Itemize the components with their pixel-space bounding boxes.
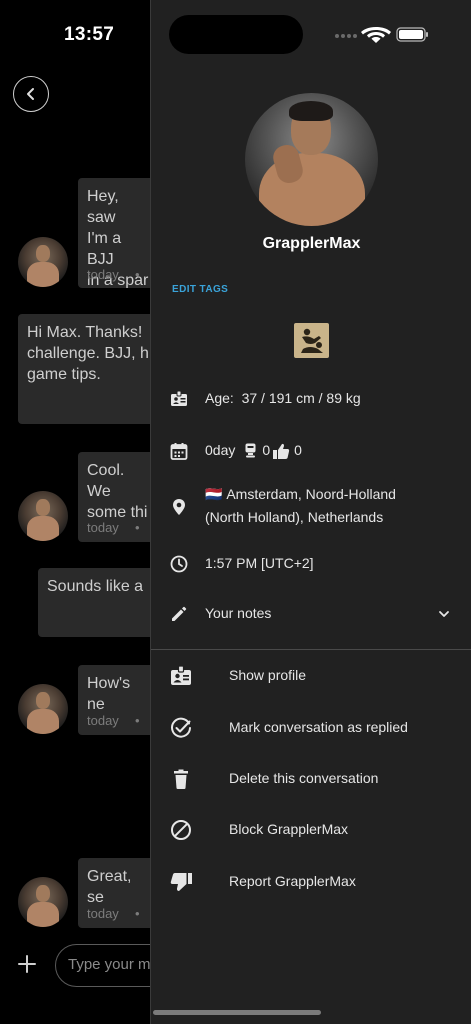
count-a: 0 bbox=[262, 442, 271, 458]
wifi-icon bbox=[361, 27, 391, 43]
pencil-icon bbox=[172, 606, 187, 621]
location-text: 🇳🇱 Amsterdam, Noord-Holland (North Holla… bbox=[205, 483, 396, 529]
message-line: Hey, saw bbox=[87, 188, 119, 226]
delete-conversation-button[interactable]: Delete this conversation bbox=[151, 756, 471, 800]
days-value: 0day bbox=[205, 442, 236, 458]
show-profile-button[interactable]: Show profile bbox=[151, 653, 471, 697]
status-time: 13:57 bbox=[64, 24, 115, 45]
separator-dot: • bbox=[135, 267, 140, 282]
action-label: Delete this conversation bbox=[229, 770, 379, 786]
location-pin-icon bbox=[173, 499, 185, 515]
thumbs-up-icon bbox=[273, 443, 290, 459]
home-indicator bbox=[153, 1010, 321, 1015]
trash-icon bbox=[174, 769, 188, 789]
notes-label: Your notes bbox=[205, 605, 272, 621]
count-b: 0 bbox=[294, 442, 302, 458]
edit-tags-link[interactable]: EDIT TAGS bbox=[172, 284, 228, 295]
chat-bubble-sent: Hi Max. Thanks! challenge. BJJ, h game t… bbox=[18, 314, 158, 424]
chat-bubble-received: Cool. We some thi today • bbox=[78, 452, 158, 542]
message-time: today bbox=[87, 520, 119, 535]
avatar[interactable] bbox=[18, 237, 68, 287]
mark-replied-button[interactable]: Mark conversation as replied bbox=[151, 705, 471, 749]
age-text: Age: 37 / 191 cm / 89 kg bbox=[205, 387, 361, 410]
back-button[interactable] bbox=[13, 76, 49, 112]
message-line: challenge. BJJ, h bbox=[27, 345, 149, 362]
add-attachment-icon[interactable] bbox=[16, 953, 38, 975]
message-line: Great, se bbox=[87, 868, 132, 906]
check-circle-icon bbox=[171, 717, 191, 738]
local-time-row: 1:57 PM [UTC+2] bbox=[151, 552, 471, 575]
notes-row[interactable]: Your notes bbox=[151, 602, 471, 625]
message-line: game tips. bbox=[27, 366, 101, 383]
message-line: Sounds like a bbox=[47, 578, 144, 595]
action-label: Show profile bbox=[229, 667, 307, 683]
chat-bubble-received: How's ne today • bbox=[78, 665, 158, 735]
divider bbox=[151, 649, 471, 650]
calendar-icon bbox=[170, 443, 188, 460]
activity-text: 0day 0 0 bbox=[205, 439, 302, 462]
location-line1: Amsterdam, Noord-Holland bbox=[226, 486, 396, 502]
message-time: today bbox=[87, 267, 119, 282]
thumbs-down-icon bbox=[170, 873, 192, 891]
chat-bubble-received: Hey, saw I'm a BJJ in a spar today • bbox=[78, 178, 158, 288]
avatar[interactable] bbox=[18, 877, 68, 927]
age-row: Age: 37 / 191 cm / 89 kg bbox=[151, 387, 471, 410]
message-line: Hi Max. Thanks! bbox=[27, 324, 143, 341]
chevron-down-icon[interactable] bbox=[438, 609, 450, 619]
dynamic-island bbox=[169, 15, 303, 54]
avatar[interactable] bbox=[18, 491, 68, 541]
profile-username: GrapplerMax bbox=[262, 235, 361, 252]
location-line2: (North Holland), Netherlands bbox=[205, 509, 384, 525]
avatar[interactable] bbox=[18, 684, 68, 734]
block-user-button[interactable]: Block GrapplerMax bbox=[151, 807, 471, 851]
chat-bubble-sent: Sounds like a bbox=[38, 568, 158, 637]
status-icons bbox=[335, 27, 428, 43]
chevron-left-icon bbox=[27, 88, 34, 100]
separator-dot: • bbox=[135, 520, 140, 535]
location-row: 🇳🇱 Amsterdam, Noord-Holland (North Holla… bbox=[151, 483, 471, 529]
age-label: Age: bbox=[205, 390, 234, 406]
profile-card-icon bbox=[171, 665, 191, 685]
profile-photo[interactable] bbox=[245, 93, 378, 226]
action-label: Mark conversation as replied bbox=[229, 719, 408, 735]
message-time: today bbox=[87, 713, 119, 728]
battery-icon bbox=[396, 27, 428, 42]
local-time-text: 1:57 PM [UTC+2] bbox=[205, 555, 314, 571]
block-icon bbox=[171, 820, 191, 840]
separator-dot: • bbox=[135, 906, 140, 921]
age-value: 37 / 191 cm / 89 kg bbox=[241, 390, 361, 406]
country-flag-icon: 🇳🇱 bbox=[205, 486, 223, 502]
grappling-tag-icon[interactable] bbox=[294, 323, 329, 358]
report-user-button[interactable]: Report GrapplerMax bbox=[151, 859, 471, 903]
separator-dot: • bbox=[135, 713, 140, 728]
signal-icon bbox=[335, 34, 357, 38]
message-time: today bbox=[87, 906, 119, 921]
activity-row: 0day 0 0 bbox=[151, 439, 471, 462]
phone-stand-icon bbox=[245, 443, 256, 458]
profile-drawer: GrapplerMax EDIT TAGS Age: 37 / 191 cm /… bbox=[150, 0, 471, 1024]
message-line: Cool. We bbox=[87, 462, 125, 500]
clock-icon bbox=[170, 555, 188, 573]
chat-bubble-received: Great, se today • bbox=[78, 858, 158, 928]
action-label: Block GrapplerMax bbox=[229, 821, 349, 837]
action-label: Report GrapplerMax bbox=[229, 873, 356, 889]
message-line: How's ne bbox=[87, 675, 131, 713]
id-card-icon bbox=[171, 390, 187, 406]
